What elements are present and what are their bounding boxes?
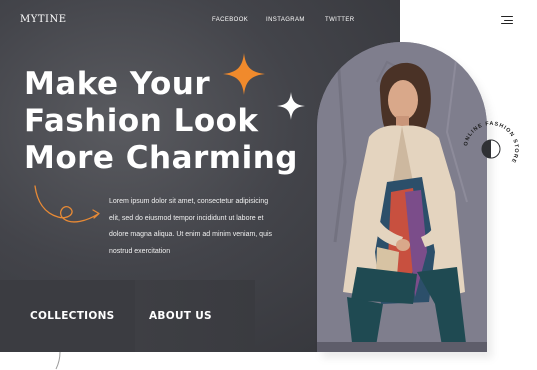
description-line: elit, sed do eiusmod tempor incididunt u… (109, 214, 264, 222)
nav-link-instagram[interactable]: INSTAGRAM (266, 17, 305, 23)
description-line: Lorem ipsum dolor sit amet, consectetur … (109, 198, 269, 205)
decorative-tick-icon (55, 352, 61, 370)
nav-link-twitter[interactable]: TWITTER (325, 17, 354, 23)
model-photo-arch (317, 42, 487, 352)
half-circle-icon (481, 139, 501, 159)
nav-link-facebook[interactable]: FACEBOOK (212, 17, 248, 23)
description-line: nostrud exercitation (109, 247, 171, 255)
orange-star-icon (223, 53, 265, 95)
online-fashion-store-badge[interactable]: ONLINE FASHION STORE (458, 116, 524, 182)
collections-card[interactable]: COLLECTIONS (0, 280, 135, 352)
collections-label: COLLECTIONS (30, 310, 115, 322)
headline-line: More Charming (24, 140, 298, 176)
hero-description: Lorem ipsum dolor sit amet, consectetur … (109, 194, 284, 260)
description-line: dolore magna aliqua. Ut enim ad minim ve… (109, 231, 273, 238)
about-us-card[interactable]: ABOUT US (135, 280, 255, 352)
about-us-label: ABOUT US (149, 310, 212, 322)
white-star-icon (277, 92, 305, 120)
hero-headline: Make Your Fashion Look More Charming (24, 66, 324, 177)
swirl-arrow-icon (34, 185, 100, 223)
menu-icon[interactable] (501, 15, 513, 25)
model-photo-illustration (317, 42, 487, 352)
brand-logo[interactable]: MYTINE (20, 14, 67, 25)
